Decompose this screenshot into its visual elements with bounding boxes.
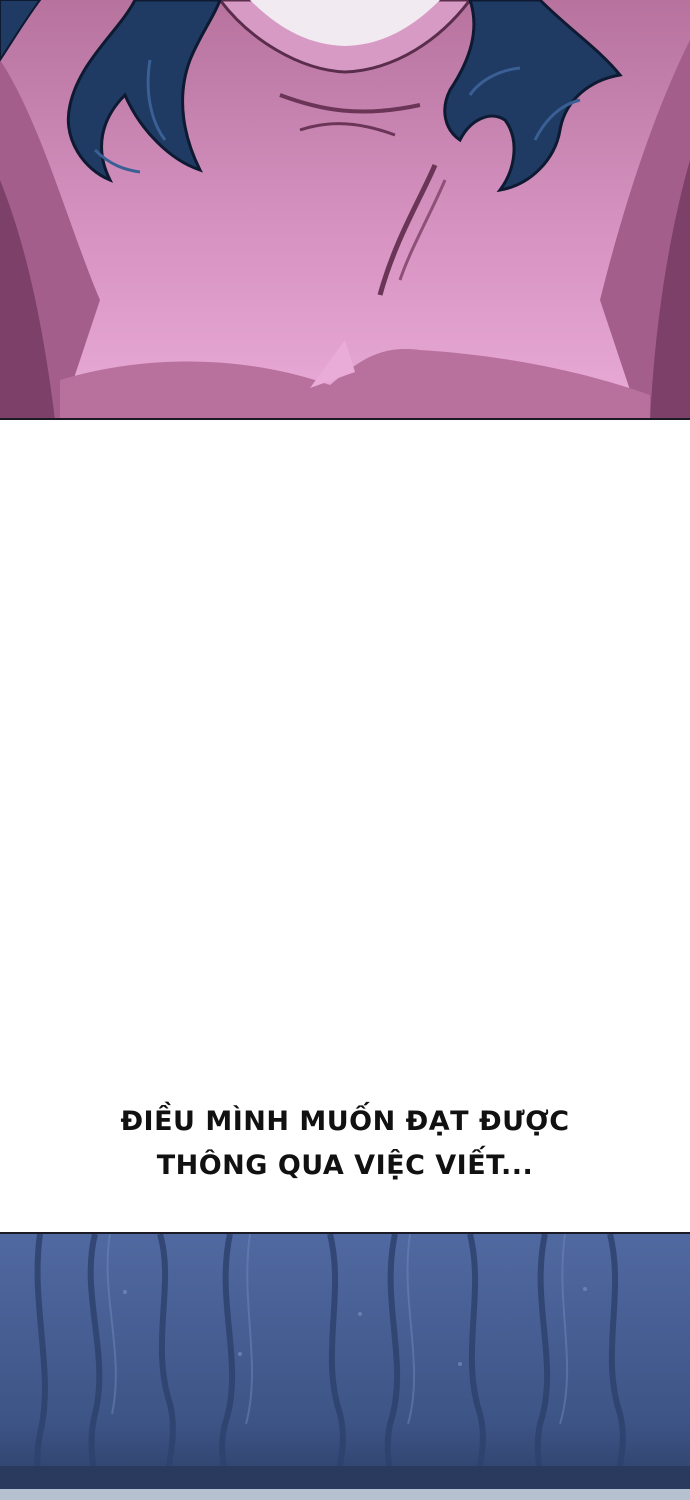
character-torso-illustration [0, 0, 690, 418]
blue-curtain-illustration [0, 1234, 690, 1500]
panel-character-torso [0, 0, 690, 420]
caption-line-2: THÔNG QUA VIỆC VIẾT... [156, 1150, 534, 1181]
panel-blue-curtain [0, 1232, 690, 1500]
caption-line-1: ĐIỀU MÌNH MUỐN ĐẠT ĐƯỢC [120, 1106, 570, 1137]
comic-page: ĐIỀU MÌNH MUỐN ĐẠT ĐƯỢC THÔNG QUA VIỆC V… [0, 0, 690, 1500]
narration-caption: ĐIỀU MÌNH MUỐN ĐẠT ĐƯỢC THÔNG QUA VIỆC V… [0, 1100, 690, 1188]
